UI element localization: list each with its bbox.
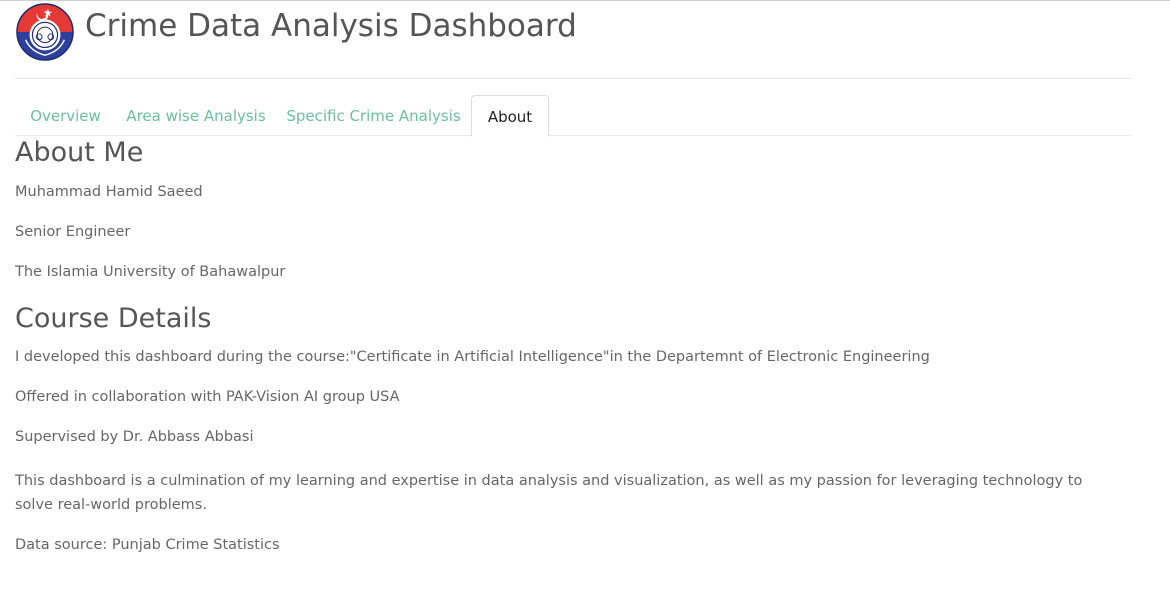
tab-bar: Overview Area wise Analysis Specific Cri… xyxy=(15,95,1131,137)
collaboration-info: Offered in collaboration with PAK-Vision… xyxy=(15,389,400,405)
tab-specific-crime-analysis[interactable]: Specific Crime Analysis xyxy=(276,95,471,136)
author-name: Muhammad Hamid Saeed xyxy=(15,184,203,200)
tab-about[interactable]: About xyxy=(471,95,549,137)
top-border xyxy=(0,0,1170,1)
author-role: Senior Engineer xyxy=(15,224,131,240)
page-title: Crime Data Analysis Dashboard xyxy=(85,8,577,44)
about-me-heading: About Me xyxy=(15,137,144,168)
dashboard-summary: This dashboard is a culmination of my le… xyxy=(15,473,1083,513)
course-details-heading: Course Details xyxy=(15,303,212,334)
data-source: Data source: Punjab Crime Statistics xyxy=(15,537,280,553)
police-emblem-logo xyxy=(16,3,74,61)
supervisor-info: Supervised by Dr. Abbass Abbasi xyxy=(15,429,254,445)
tab-area-wise-analysis[interactable]: Area wise Analysis xyxy=(116,95,276,136)
course-description: I developed this dashboard during the co… xyxy=(15,349,930,365)
author-organization: The Islamia University of Bahawalpur xyxy=(15,264,286,280)
page-header: Crime Data Analysis Dashboard xyxy=(15,3,1131,79)
tab-overview[interactable]: Overview xyxy=(15,95,116,136)
